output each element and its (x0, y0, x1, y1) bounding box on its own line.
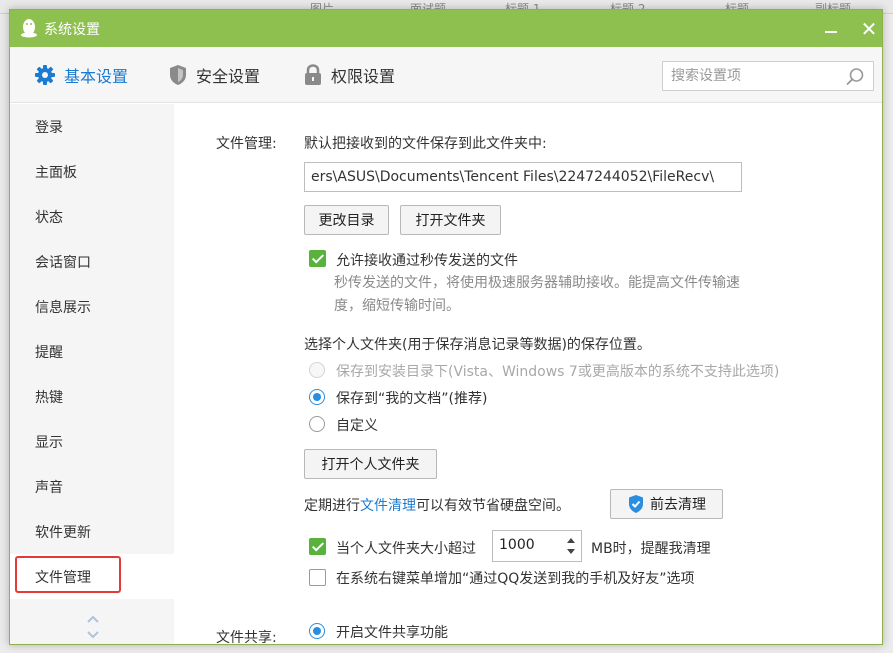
shield-icon (629, 495, 643, 513)
settings-window: 系统设置 ✕ 基本设置 安全设置 权限设置 搜索设置项 登录 主面板 状态 会话… (9, 9, 883, 645)
change-directory-button[interactable]: 更改目录 (304, 205, 389, 235)
open-folder-button[interactable]: 打开文件夹 (400, 205, 501, 235)
cleanup-tip-suffix: 可以有效节省硬盘空间。 (416, 498, 570, 514)
open-personal-folder-button[interactable]: 打开个人文件夹 (304, 449, 437, 479)
window-title: 系统设置 (44, 22, 100, 38)
close-button[interactable]: ✕ (854, 14, 882, 44)
tab-basic-settings[interactable]: 基本设置 (34, 47, 128, 103)
settings-search (662, 61, 874, 91)
size-limit-checkbox[interactable] (309, 538, 326, 555)
go-cleanup-label: 前去清理 (650, 497, 706, 513)
tab-permission-settings-label: 权限设置 (331, 67, 396, 86)
search-input[interactable] (663, 62, 833, 90)
sidebar-item-sound[interactable]: 声音 (10, 464, 174, 509)
sidebar-item-login[interactable]: 登录 (10, 104, 174, 149)
sidebar-item-info-display[interactable]: 信息展示 (10, 284, 174, 329)
save-to-my-documents-label: 保存到“我的文档”(推荐) (336, 391, 488, 407)
tab-basic-settings-label: 基本设置 (64, 67, 129, 86)
sidebar-item-hotkeys[interactable]: 热键 (10, 374, 174, 419)
custom-location-radio[interactable] (309, 416, 325, 432)
selection-highlight-box (15, 556, 121, 593)
settings-content: 文件管理: 默认把接收到的文件保存到此文件夹中: ers\ASUS\Docume… (174, 104, 882, 645)
sidebar-item-status[interactable]: 状态 (10, 194, 174, 239)
scroll-arrows-icon[interactable] (82, 612, 104, 642)
sidebar-item-main-panel[interactable]: 主面板 (10, 149, 174, 194)
stepper-arrows[interactable] (561, 531, 581, 561)
chevron-up-icon[interactable] (567, 538, 575, 543)
background-right (883, 14, 893, 653)
custom-location-label: 自定义 (336, 418, 378, 434)
cleanup-tip: 定期进行文件清理可以有效节省硬盘空间。 (304, 495, 570, 515)
context-menu-checkbox[interactable] (309, 569, 326, 586)
lock-icon (305, 64, 321, 85)
context-menu-label: 在系统右键菜单增加“通过QQ发送到我的手机及好友”选项 (336, 571, 695, 587)
enable-file-sharing-label: 开启文件共享功能 (336, 625, 448, 641)
save-to-my-documents-radio[interactable] (309, 389, 325, 405)
size-limit-label-before: 当个人文件夹大小超过 (336, 541, 476, 557)
title-bar: 系统设置 ✕ (10, 10, 882, 47)
sidebar-item-chat-window[interactable]: 会话窗口 (10, 239, 174, 284)
minimize-button[interactable] (816, 14, 846, 44)
sidebar-item-display[interactable]: 显示 (10, 419, 174, 464)
flash-transfer-hint-line1: 秒传发送的文件，将使用极速服务器辅助接收。能提高文件传输速 (334, 275, 740, 291)
download-path-field[interactable]: ers\ASUS\Documents\Tencent Files\2247244… (304, 162, 742, 192)
allow-flash-transfer-label: 允许接收通过秒传发送的文件 (336, 253, 518, 269)
cleanup-tip-prefix: 定期进行 (304, 498, 360, 514)
tab-security-settings[interactable]: 安全设置 (168, 47, 260, 103)
file-cleanup-link[interactable]: 文件清理 (360, 498, 416, 514)
shield-icon (170, 65, 186, 85)
settings-tabs: 基本设置 安全设置 权限设置 (10, 47, 882, 103)
minimize-icon (825, 31, 837, 33)
size-limit-value[interactable]: 1000 (499, 537, 535, 553)
personal-folder-description: 选择个人文件夹(用于保存消息记录等数据)的保存位置。 (304, 337, 651, 353)
go-cleanup-button[interactable]: 前去清理 (610, 489, 723, 519)
size-limit-stepper[interactable]: 1000 (492, 530, 582, 562)
allow-flash-transfer-checkbox[interactable] (309, 250, 326, 267)
chevron-down-icon[interactable] (567, 549, 575, 554)
settings-sidebar: 登录 主面板 状态 会话窗口 信息展示 提醒 热键 显示 声音 软件更新 文件管… (10, 104, 174, 644)
gear-icon (35, 65, 55, 85)
save-to-install-dir-label: 保存到安装目录下(Vista、Windows 7或更高版本的系统不支持此选项) (336, 364, 780, 380)
size-limit-label-after: MB时，提醒我清理 (591, 541, 711, 557)
file-management-section-label: 文件管理: (216, 136, 277, 152)
tab-security-settings-label: 安全设置 (196, 67, 261, 86)
flash-transfer-hint-line2: 度，缩短传输时间。 (334, 298, 460, 314)
default-folder-description: 默认把接收到的文件保存到此文件夹中: (304, 136, 547, 152)
file-sharing-section-label: 文件共享: (216, 630, 277, 645)
close-icon: ✕ (860, 17, 878, 41)
background-left (0, 14, 9, 653)
search-icon[interactable] (845, 67, 865, 87)
enable-file-sharing-radio[interactable] (309, 623, 325, 639)
tab-permission-settings[interactable]: 权限设置 (303, 47, 395, 103)
sidebar-item-reminder[interactable]: 提醒 (10, 329, 174, 374)
sidebar-item-software-update[interactable]: 软件更新 (10, 509, 174, 554)
save-to-install-dir-radio (309, 362, 325, 378)
penguin-logo-icon (21, 19, 37, 38)
